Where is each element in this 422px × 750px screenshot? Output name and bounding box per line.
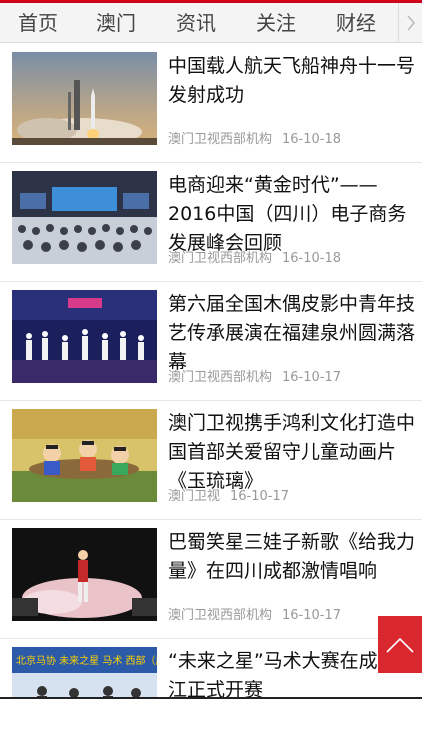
thumbnail-animation [12,409,157,502]
news-meta: 澳门卫视西部机构 16-10-18 [168,128,341,147]
bottom-bar [0,697,422,750]
news-source: 澳门卫视 [168,489,221,504]
thumbnail-equestrian: 北京马协 未来之星 马术 西部（成都站） [12,647,157,697]
news-date: 16-10-17 [282,370,342,385]
channel-tab-bar: 首页 澳门 资讯 关注 财经 [0,3,422,43]
tab-follow[interactable]: 关注 [236,3,316,42]
news-source: 澳门卫视西部机构 [168,132,273,147]
tab-news[interactable]: 资讯 [156,3,236,42]
news-item-rocket-launch[interactable]: 中国载人航天飞船神舟十一号发射成功 澳门卫视西部机构 16-10-18 [0,44,422,163]
news-date: 16-10-18 [282,132,342,147]
back-to-top-button[interactable] [378,616,422,673]
news-meta: 澳门卫视西部机构 16-10-17 [168,366,341,385]
arrow-up-icon [386,637,414,653]
news-date: 16-10-18 [282,251,342,266]
news-source: 澳门卫视西部机构 [168,608,273,623]
news-title[interactable]: 中国载人航天飞船神舟十一号发射成功 [168,52,416,110]
news-source: 澳门卫视西部机构 [168,251,273,266]
news-item-comedian-song[interactable]: 巴蜀笑星三娃子新歌《给我力量》在四川成都激情唱响 澳门卫视西部机构 16-10-1… [0,520,422,639]
thumbnail-comedian-song [12,528,157,621]
thumbnail-puppet-show [12,290,157,383]
news-title[interactable]: 电商迎来“黄金时代”——2016中国（四川）电子商务发展峰会回顾 [168,171,416,258]
news-date: 16-10-17 [230,489,290,504]
news-meta: 澳门卫视 16-10-17 [168,485,289,504]
more-tabs-button[interactable] [398,3,422,42]
news-date: 16-10-17 [282,608,342,623]
news-meta: 澳门卫视西部机构 16-10-18 [168,247,341,266]
news-item-animation[interactable]: 澳门卫视携手鸿利文化打造中国首部关爱留守儿童动画片《玉琉璃》 澳门卫视 16-10… [0,401,422,520]
news-title[interactable]: 澳门卫视携手鸿利文化打造中国首部关爱留守儿童动画片《玉琉璃》 [168,409,416,496]
tab-finance[interactable]: 财经 [316,3,396,42]
news-title[interactable]: 第六届全国木偶皮影中青年技艺传承展演在福建泉州圆满落幕 [168,290,416,377]
tab-home[interactable]: 首页 [0,3,76,42]
chevron-right-icon [406,15,415,31]
thumbnail-ecommerce-summit [12,171,157,264]
thumbnail-rocket-launch [12,52,157,145]
news-meta: 澳门卫视西部机构 16-10-17 [168,604,341,623]
news-feed: 中国载人航天飞船神舟十一号发射成功 澳门卫视西部机构 16-10-18 电商迎来… [0,44,422,697]
news-item-ecommerce-summit[interactable]: 电商迎来“黄金时代”——2016中国（四川）电子商务发展峰会回顾 澳门卫视西部机… [0,163,422,282]
thumbnail-banner-text: 北京马协 未来之星 马术 西部（成都站） [16,654,157,667]
news-title[interactable]: 巴蜀笑星三娃子新歌《给我力量》在四川成都激情唱响 [168,528,416,586]
news-source: 澳门卫视西部机构 [168,370,273,385]
tab-macau[interactable]: 澳门 [76,3,156,42]
news-item-equestrian[interactable]: 北京马协 未来之星 马术 西部（成都站） “未来之星”马术大赛在成都锦江正式开赛 [0,639,422,697]
news-item-puppet-show[interactable]: 第六届全国木偶皮影中青年技艺传承展演在福建泉州圆满落幕 澳门卫视西部机构 16-1… [0,282,422,401]
